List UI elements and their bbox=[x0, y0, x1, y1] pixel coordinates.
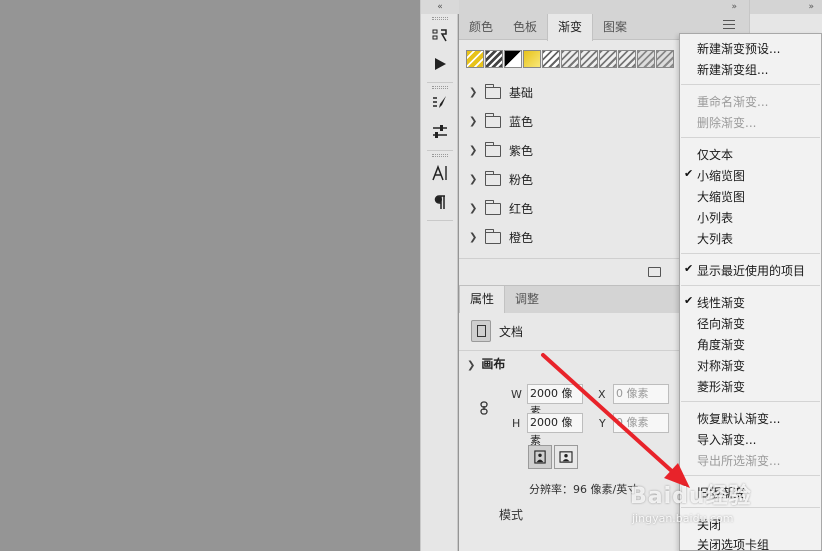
tab-patterns[interactable]: 图案 bbox=[593, 14, 637, 40]
tab-gradients[interactable]: 渐变 bbox=[547, 14, 594, 41]
gradient-swatch[interactable] bbox=[637, 50, 655, 68]
gradient-swatch[interactable] bbox=[542, 50, 560, 68]
folder-icon bbox=[485, 228, 501, 244]
document-icon bbox=[471, 320, 491, 342]
chevron-right-icon[interactable]: ❯ bbox=[469, 145, 479, 156]
document-row: 文档 bbox=[471, 320, 523, 342]
group-name: 紫色 bbox=[509, 144, 534, 158]
chevron-right-icon[interactable]: ❯ bbox=[469, 174, 479, 185]
group-name: 基础 bbox=[509, 86, 534, 100]
group-name: 橙色 bbox=[509, 231, 534, 245]
gradient-swatch[interactable] bbox=[580, 50, 598, 68]
menu-item-new-gradient-group[interactable]: 新建渐变组... bbox=[697, 61, 768, 78]
checkmark-icon: ✔ bbox=[684, 294, 694, 307]
menu-item-export-gradients: 导出所选渐变... bbox=[697, 454, 781, 468]
gradient-swatch[interactable] bbox=[618, 50, 636, 68]
landscape-orientation-button[interactable] bbox=[554, 445, 578, 469]
tab-color[interactable]: 颜色 bbox=[459, 14, 503, 40]
x-label: X bbox=[598, 388, 606, 401]
menu-item-linear-gradient[interactable]: 线性渐变 bbox=[697, 294, 745, 311]
actions-play-icon[interactable] bbox=[430, 54, 450, 74]
grip-icon[interactable] bbox=[432, 154, 448, 157]
chevron-down-icon[interactable]: ❯ bbox=[467, 360, 475, 371]
chevron-right-icon[interactable]: ❯ bbox=[469, 116, 479, 127]
height-field[interactable]: 2000 像素 bbox=[527, 413, 583, 447]
group-name: 蓝色 bbox=[509, 115, 534, 129]
folder-icon bbox=[485, 112, 501, 128]
paragraph-icon[interactable] bbox=[430, 192, 450, 212]
checkmark-icon: ✔ bbox=[684, 167, 694, 180]
group-name: 粉色 bbox=[509, 173, 534, 187]
menu-item-import-gradients[interactable]: 导入渐变... bbox=[697, 431, 756, 448]
menu-item-small-list[interactable]: 小列表 bbox=[697, 209, 733, 226]
menu-item-rename-gradient: 重命名渐变... bbox=[697, 95, 769, 109]
folder-icon bbox=[485, 170, 501, 186]
y-label: Y bbox=[599, 417, 606, 430]
document-label: 文档 bbox=[499, 324, 524, 339]
menu-item-reset-gradients[interactable]: 恢复默认渐变... bbox=[697, 410, 780, 427]
chevron-right-icon[interactable]: ❯ bbox=[469, 232, 479, 243]
resolution-text: 分辨率：96 像素/英寸 bbox=[529, 483, 639, 496]
brush-settings-icon[interactable] bbox=[430, 93, 450, 113]
link-icon[interactable] bbox=[479, 401, 489, 415]
new-folder-icon[interactable] bbox=[648, 267, 661, 277]
history-icon[interactable] bbox=[430, 26, 450, 46]
x-field[interactable]: 0 像素 bbox=[613, 384, 669, 404]
gradient-swatch[interactable] bbox=[656, 50, 674, 68]
menu-item-large-list[interactable]: 大列表 bbox=[697, 230, 733, 247]
mode-label: 模式 bbox=[499, 508, 524, 522]
menu-item-show-recent[interactable]: 显示最近使用的项目 bbox=[697, 262, 805, 279]
tab-adjustments[interactable]: 调整 bbox=[505, 286, 549, 312]
character-icon[interactable] bbox=[430, 163, 450, 183]
portrait-orientation-button[interactable] bbox=[528, 445, 552, 469]
menu-item-reflected-gradient[interactable]: 对称渐变 bbox=[697, 357, 745, 374]
panel-menu-icon[interactable] bbox=[723, 20, 735, 29]
width-field[interactable]: 2000 像素 bbox=[527, 384, 583, 418]
menu-item-text-only[interactable]: 仅文本 bbox=[697, 146, 733, 163]
chevron-right-icon[interactable]: ❯ bbox=[469, 87, 479, 98]
tab-properties[interactable]: 属性 bbox=[459, 286, 506, 313]
gradient-swatch[interactable] bbox=[599, 50, 617, 68]
watermark-logo: Baidu经验 bbox=[630, 484, 752, 509]
menu-item-large-thumbnail[interactable]: 大缩览图 bbox=[697, 188, 745, 205]
expand-icon[interactable]: » bbox=[731, 0, 737, 14]
grip-icon[interactable] bbox=[432, 86, 448, 89]
menu-item-radial-gradient[interactable]: 径向渐变 bbox=[697, 315, 745, 332]
menu-item-new-gradient-preset[interactable]: 新建渐变预设... bbox=[697, 40, 780, 57]
gradient-swatch[interactable] bbox=[504, 50, 522, 68]
menu-item-small-thumbnail[interactable]: 小缩览图 bbox=[697, 167, 745, 184]
watermark-url: jingyan.baidu.com bbox=[632, 512, 734, 525]
collapse-icon[interactable]: « bbox=[421, 0, 459, 14]
group-name: 红色 bbox=[509, 202, 534, 216]
canvas-section-title[interactable]: ❯ 画布 bbox=[467, 355, 505, 372]
folder-icon bbox=[485, 199, 501, 215]
menu-item-angle-gradient[interactable]: 角度渐变 bbox=[697, 336, 745, 353]
gradient-swatch[interactable] bbox=[466, 50, 484, 68]
menu-item-delete-gradient: 删除渐变... bbox=[697, 116, 757, 130]
gradient-swatch[interactable] bbox=[485, 50, 503, 68]
checkmark-icon: ✔ bbox=[684, 262, 694, 275]
width-label: W bbox=[511, 388, 522, 401]
expand-icon[interactable]: » bbox=[750, 0, 822, 14]
recent-gradients bbox=[466, 50, 674, 68]
gradients-flyout-menu: 新建渐变预设... 新建渐变组... 重命名渐变... 删除渐变... 仅文本 … bbox=[679, 33, 822, 551]
y-field[interactable]: 0 像素 bbox=[613, 413, 669, 433]
folder-icon bbox=[485, 83, 501, 99]
tool-strip: « bbox=[420, 0, 459, 551]
tab-swatches[interactable]: 色板 bbox=[503, 14, 547, 40]
menu-item-close-tab-group[interactable]: 关闭选项卡组 bbox=[697, 536, 769, 551]
grip-icon[interactable] bbox=[432, 17, 448, 20]
document-canvas[interactable] bbox=[0, 0, 420, 551]
gradient-swatch[interactable] bbox=[523, 50, 541, 68]
chevron-right-icon[interactable]: ❯ bbox=[469, 203, 479, 214]
height-label: H bbox=[512, 417, 521, 430]
gradient-swatch[interactable] bbox=[561, 50, 579, 68]
adjust-sliders-icon[interactable] bbox=[430, 122, 450, 142]
menu-item-diamond-gradient[interactable]: 菱形渐变 bbox=[697, 378, 745, 395]
folder-icon bbox=[485, 141, 501, 157]
panel-top-bar: » bbox=[459, 0, 749, 14]
